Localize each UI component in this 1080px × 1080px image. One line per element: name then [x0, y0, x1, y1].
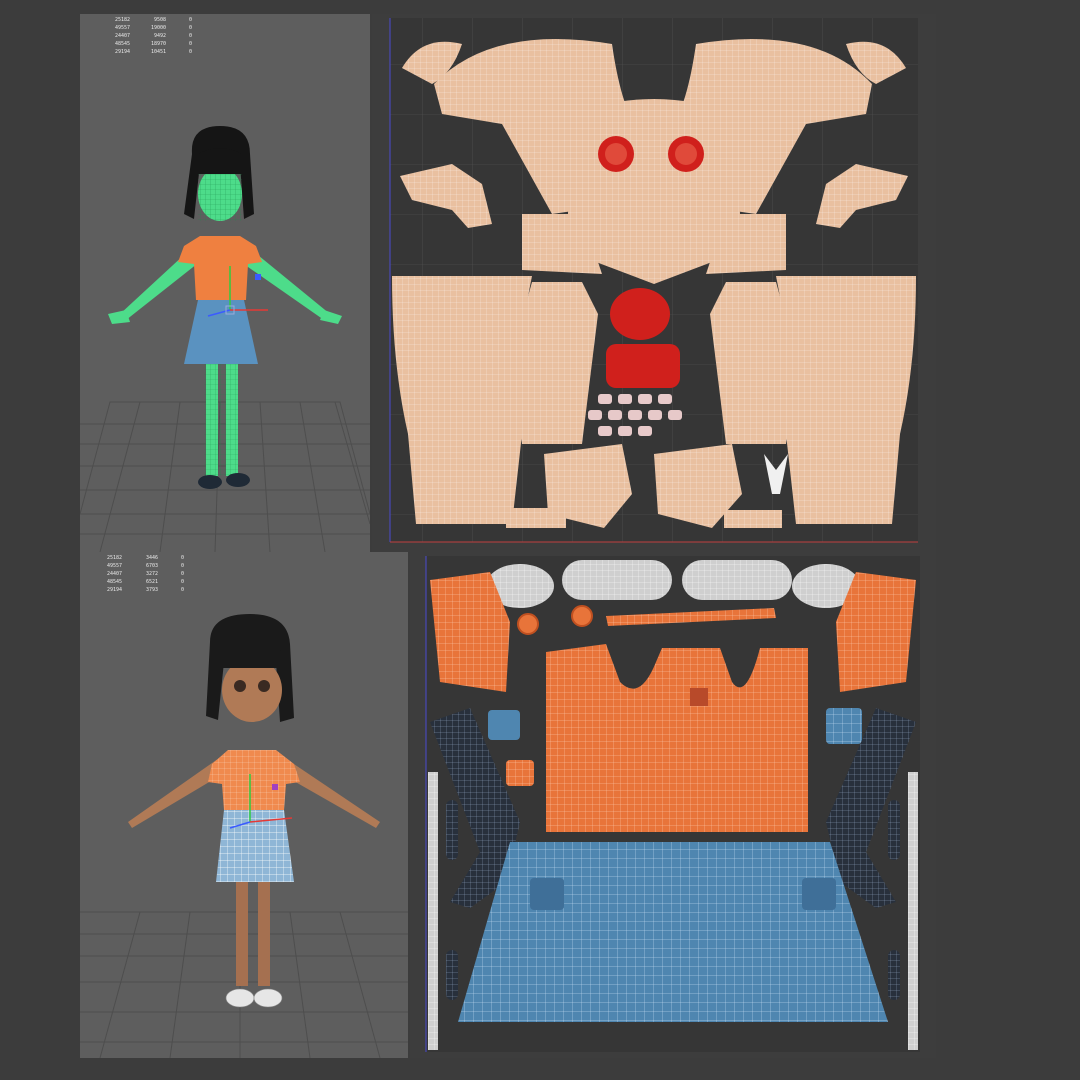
- bottom-uv-editor[interactable]: [410, 552, 936, 1058]
- bottom-3d-viewport[interactable]: 25182 3446 0 49557 6703 0 24407 3272 0 48545 65…: [80, 552, 408, 1058]
- top-3d-viewport[interactable]: 25182 9508 0 49557 19000 0 24407 9492 0 48545 1…: [80, 14, 370, 552]
- bottom-scene: [80, 614, 408, 1058]
- textured-character: [128, 614, 380, 1008]
- skin-uv-layout: [389, 18, 918, 543]
- top-uv-editor[interactable]: [372, 14, 936, 552]
- top-scene: [80, 126, 370, 552]
- wireframe-character: [108, 126, 342, 489]
- cloth-uv-layout: [425, 556, 920, 1052]
